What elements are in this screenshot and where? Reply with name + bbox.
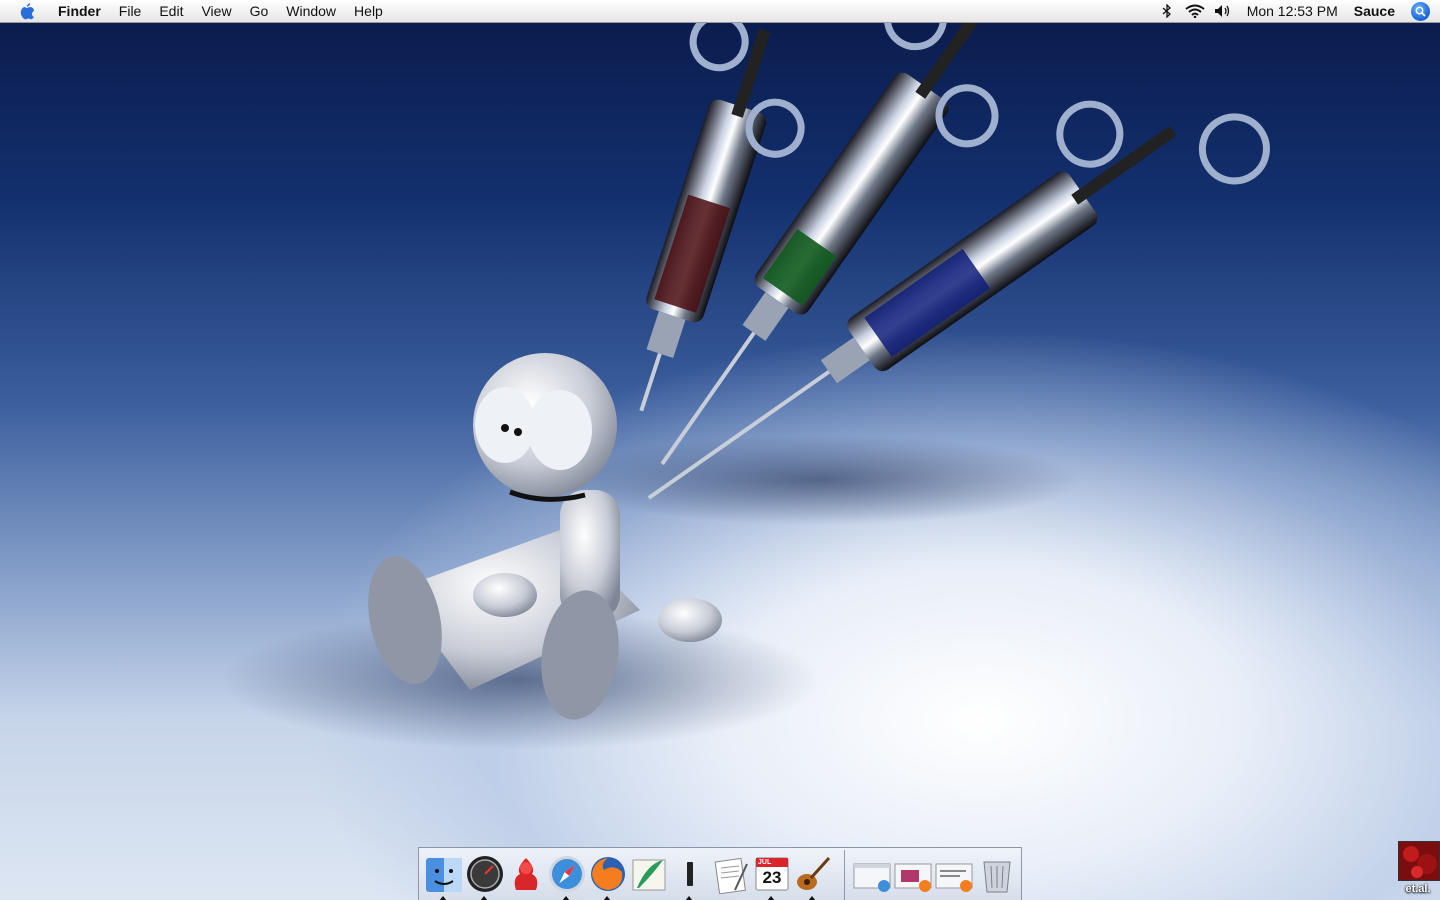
minimized-safari-window-icon[interactable] (852, 854, 892, 894)
quill-icon[interactable] (629, 854, 669, 894)
textedit-icon[interactable] (711, 854, 751, 895)
menu-clock[interactable]: Mon 12:53 PM (1237, 0, 1346, 22)
wallpaper-image (220, 0, 1270, 750)
minimized-firefox-window-2-icon[interactable] (934, 854, 974, 894)
running-indicator (562, 896, 570, 900)
menu-app-finder[interactable]: Finder (49, 0, 110, 22)
dock: JUL 23 (418, 847, 1022, 900)
garageband-icon[interactable] (793, 854, 833, 894)
running-indicator (603, 896, 611, 900)
minimized-firefox-window-1-icon[interactable] (893, 854, 933, 894)
menu-view[interactable]: View (192, 0, 240, 22)
running-indicator (480, 896, 488, 900)
menu-window[interactable]: Window (277, 0, 345, 22)
fast-user-switch[interactable]: Sauce (1346, 0, 1403, 22)
bluetooth-icon[interactable] (1156, 0, 1178, 22)
running-indicator (808, 896, 816, 900)
dashboard-icon[interactable] (465, 854, 505, 894)
wifi-icon[interactable] (1184, 0, 1206, 22)
menu-extras: Mon 12:53 PM Sauce (1153, 0, 1440, 22)
desktop-item-etal[interactable]: et.al. (1396, 839, 1440, 900)
safari-icon[interactable] (547, 854, 587, 894)
menu-help[interactable]: Help (345, 0, 392, 22)
ical-month-label: JUL (758, 859, 772, 866)
menu-file[interactable]: File (110, 0, 151, 22)
running-indicator (685, 896, 693, 900)
firefox-icon[interactable] (588, 854, 628, 894)
menu-bar: Finder File Edit View Go Window Help Mon… (0, 0, 1440, 23)
dock-separator (844, 850, 845, 900)
desktop-item-label: et.al. (1405, 883, 1431, 895)
trash-icon[interactable] (977, 854, 1017, 894)
menu-go[interactable]: Go (241, 0, 278, 22)
running-indicator (767, 896, 775, 900)
volume-icon[interactable] (1212, 0, 1234, 22)
fire-chat-icon[interactable] (506, 854, 546, 894)
menu-edit[interactable]: Edit (150, 0, 192, 22)
terminal-icon[interactable] (670, 854, 710, 894)
running-indicator (439, 896, 447, 900)
ical-day-label: 23 (762, 868, 782, 887)
spotlight-icon[interactable] (1411, 1, 1430, 21)
apple-menu-icon[interactable] (17, 1, 37, 21)
desktop[interactable]: et.al. JUL 23 (0, 0, 1440, 900)
etal-thumbnail-icon (1398, 841, 1440, 881)
finder-icon[interactable] (424, 854, 464, 894)
ical-icon[interactable]: JUL 23 (752, 854, 792, 894)
